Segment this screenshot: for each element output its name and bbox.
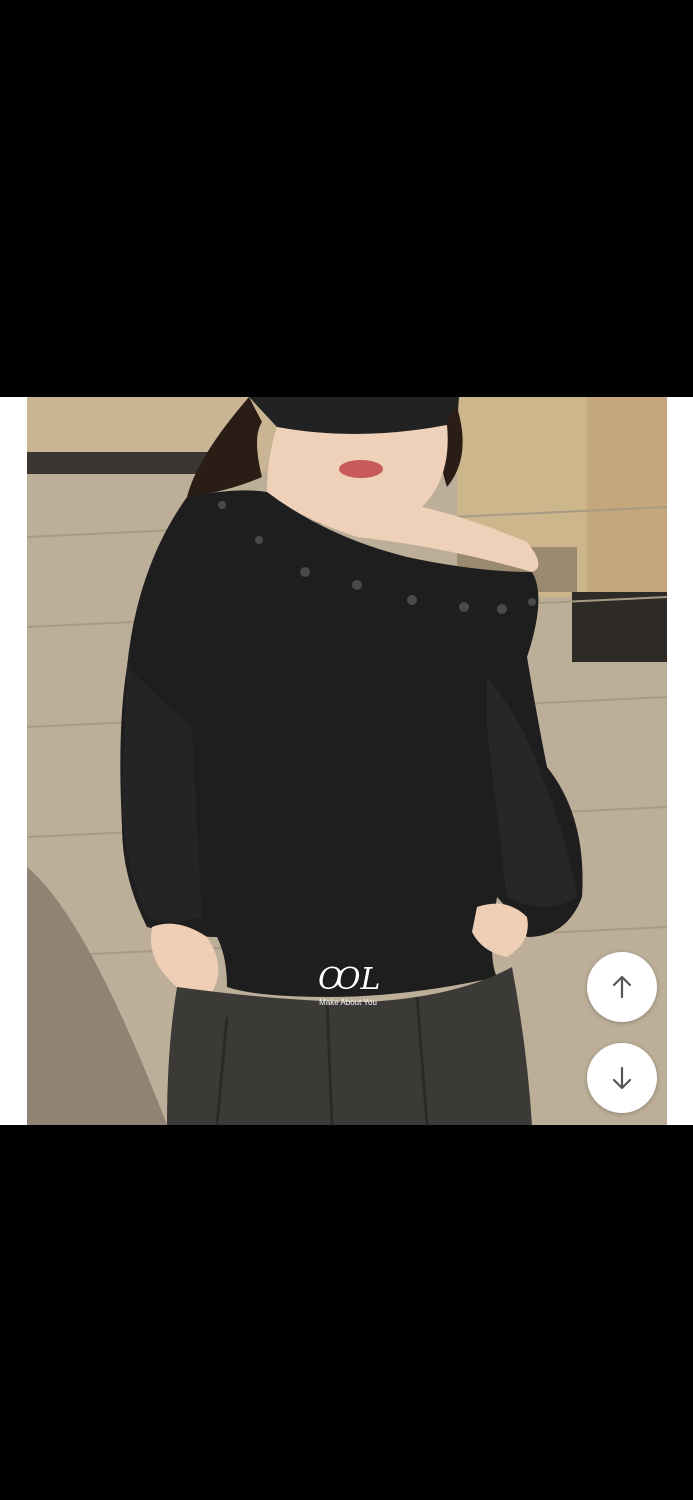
photo-illustration <box>27 397 667 1125</box>
product-photo[interactable] <box>27 397 667 1125</box>
previous-image-button[interactable] <box>587 952 657 1022</box>
arrow-down-icon <box>609 1065 635 1091</box>
arrow-up-icon <box>609 974 635 1000</box>
image-viewer: ꝎL Make About You <box>0 0 693 1500</box>
image-frame <box>0 397 693 1125</box>
next-image-button[interactable] <box>587 1043 657 1113</box>
